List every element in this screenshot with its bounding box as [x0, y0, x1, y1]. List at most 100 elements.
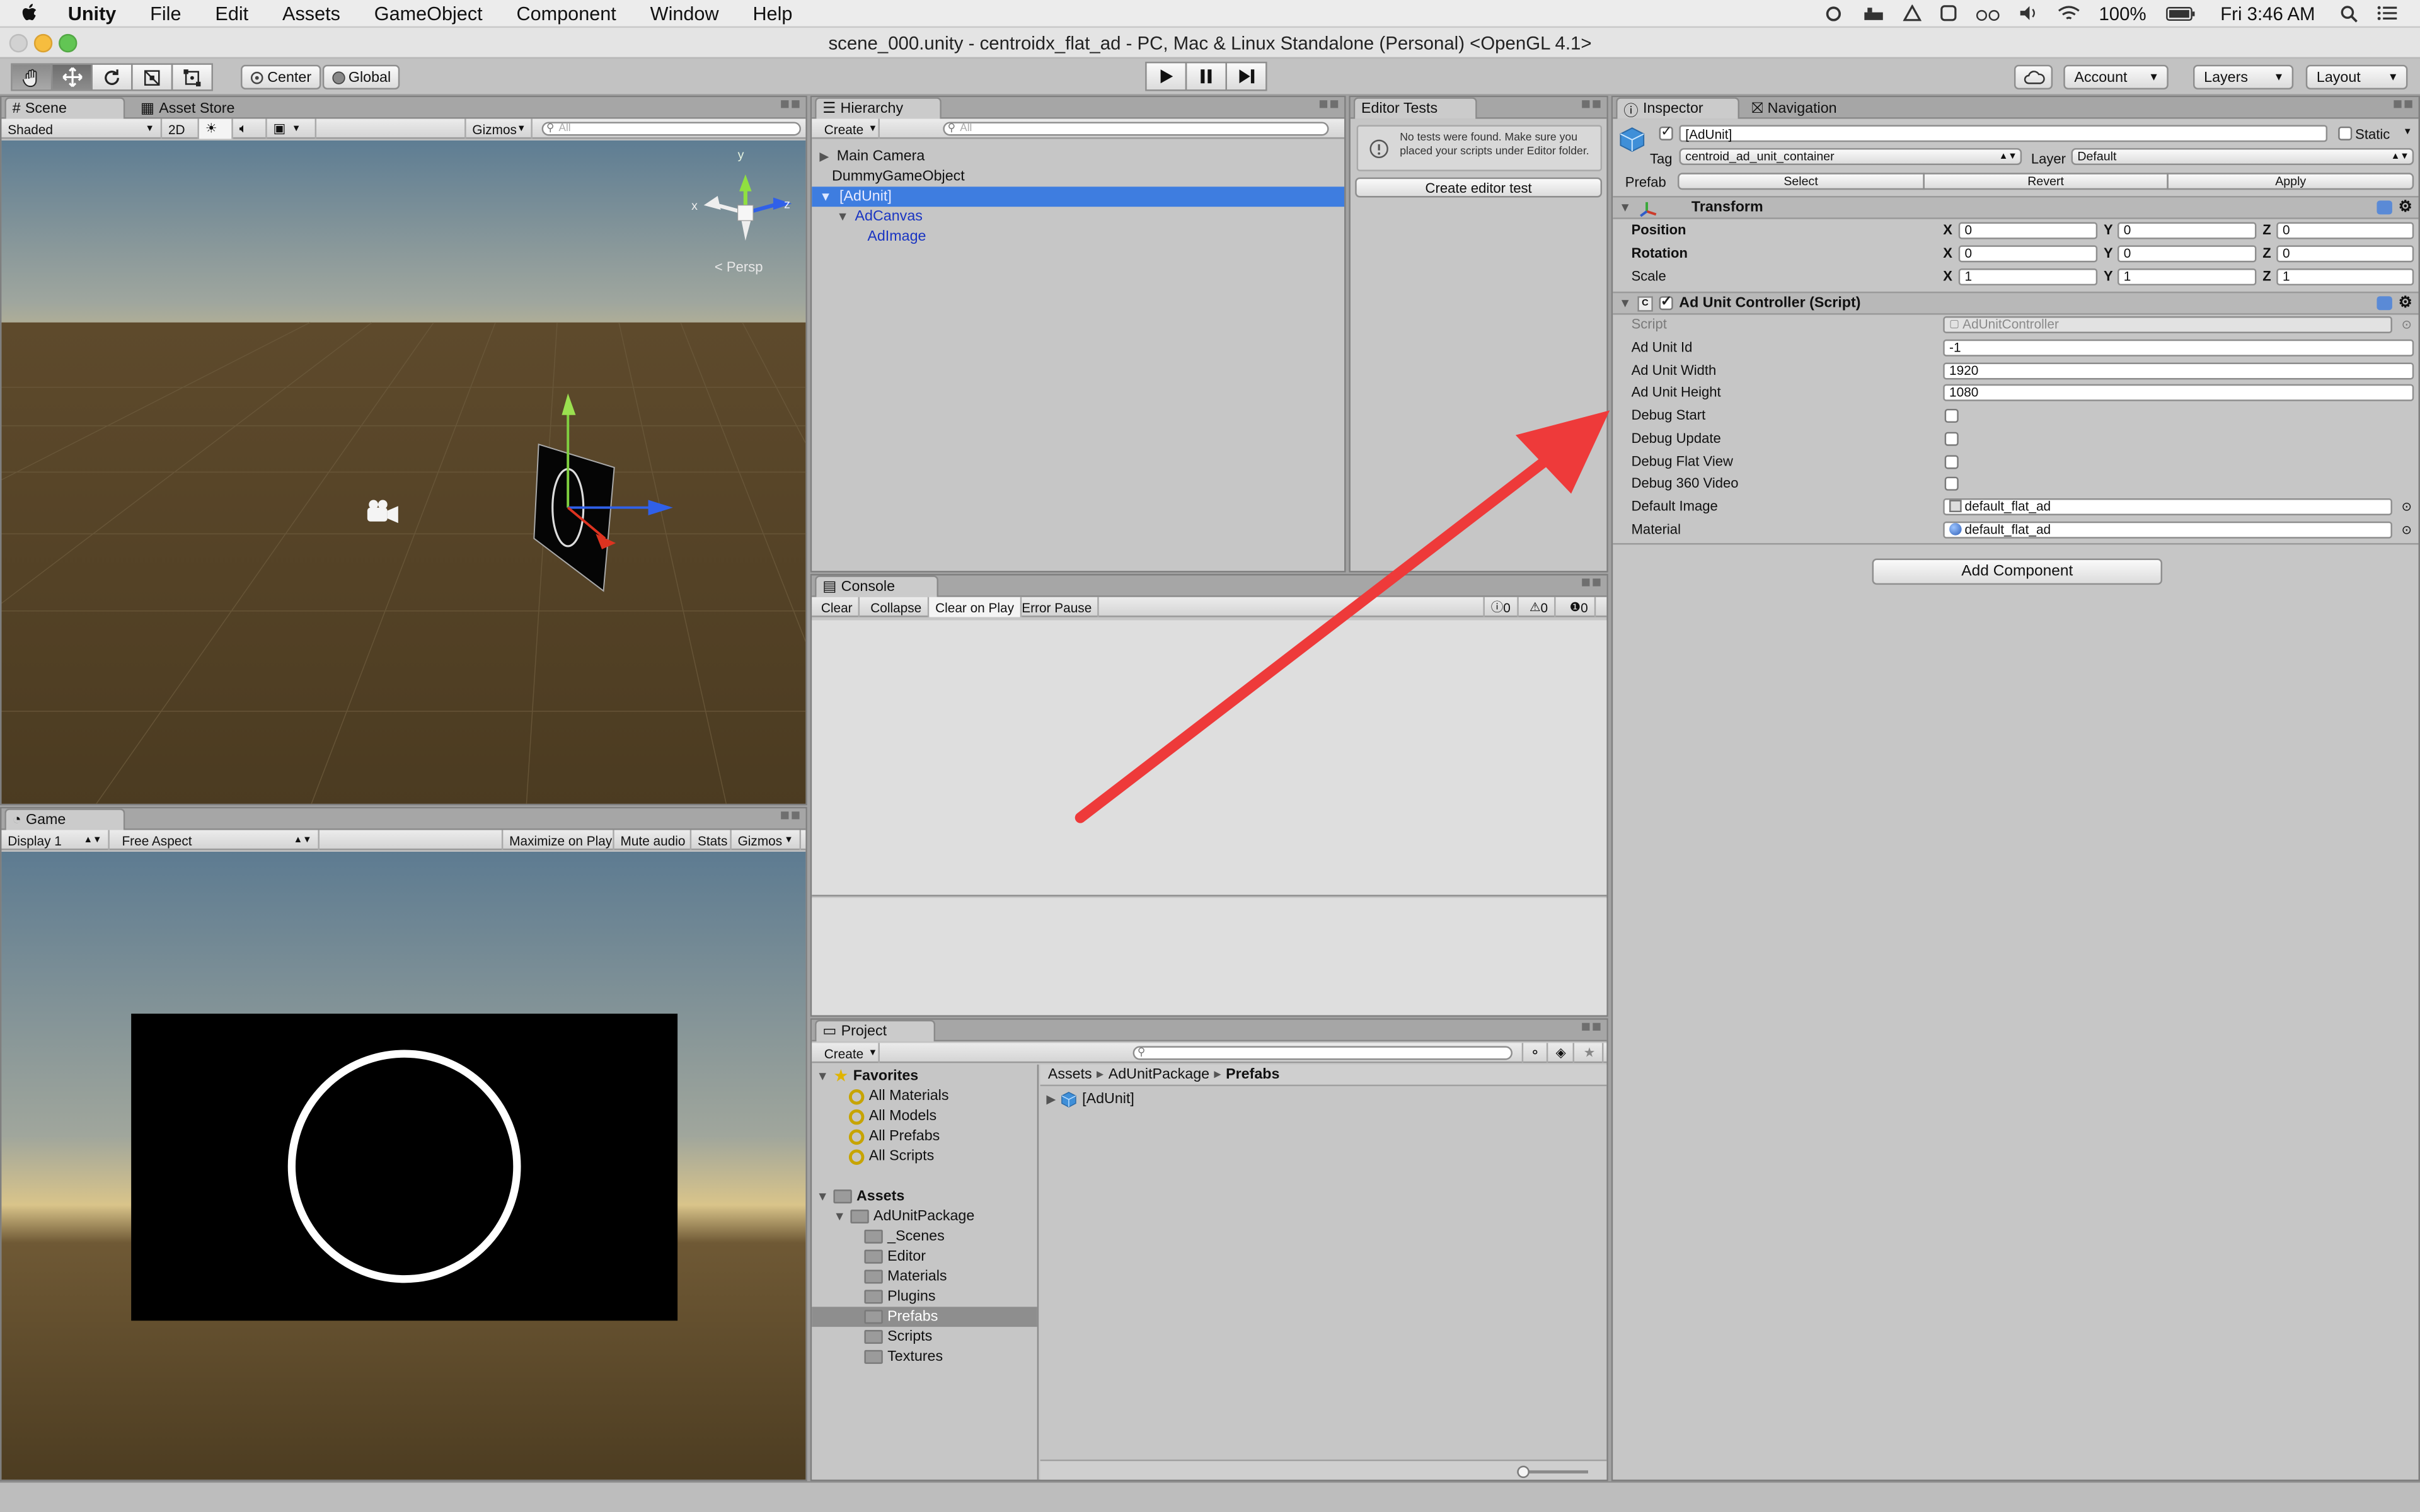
folder-textures[interactable]: Textures	[864, 1347, 943, 1367]
menu-window[interactable]: Window	[633, 3, 736, 24]
prefab-apply-button[interactable]: Apply	[2167, 172, 2414, 190]
asset-adunit-prefab[interactable]: ▶ [AdUnit]	[1046, 1089, 1134, 1109]
menu-component[interactable]: Component	[500, 3, 633, 24]
help-book-icon[interactable]	[2377, 296, 2392, 311]
favorite-all-prefabs[interactable]: All Prefabs	[848, 1126, 940, 1147]
panel-lock-menu-icon[interactable]	[1319, 100, 1339, 108]
collab-cloud-button[interactable]	[2014, 64, 2053, 90]
static-checkbox[interactable]	[2338, 126, 2353, 140]
transform-header[interactable]: ▼ Transform ⚙	[1613, 196, 2419, 219]
move-tool-button[interactable]	[50, 63, 93, 91]
account-dropdown[interactable]: Account ▼	[2063, 64, 2169, 90]
spotlight-search-icon[interactable]	[2331, 4, 2368, 22]
hierarchy-item-adunit[interactable]: ▼ [AdUnit]	[812, 186, 1345, 207]
creative-cloud-icon[interactable]	[1813, 6, 1853, 21]
console-error-filter[interactable]: ❶0	[1564, 597, 1596, 617]
ad-unit-height-field[interactable]: 1080	[1943, 383, 2414, 401]
expand-arrow-icon[interactable]: ▼	[836, 210, 848, 224]
layers-dropdown[interactable]: Layers ▼	[2193, 64, 2294, 90]
collapse-arrow-icon[interactable]: ▼	[1619, 296, 1631, 310]
help-book-icon[interactable]	[2377, 200, 2392, 215]
tab-project[interactable]: ▭ Project	[815, 1019, 936, 1042]
object-picker-icon[interactable]: ⊙	[2402, 522, 2412, 536]
display-dropdown[interactable]: Display 1 ▲▼	[1, 830, 110, 850]
rect-tool-button[interactable]	[171, 63, 213, 91]
step-button[interactable]	[1225, 61, 1267, 91]
panel-menu-icon[interactable]	[781, 100, 800, 108]
collapse-arrow-icon[interactable]: ▼	[1619, 200, 1631, 214]
scene-gizmos-dropdown[interactable]: Gizmos ▼	[464, 118, 533, 139]
scene-viewport[interactable]: y z x < Persp	[1, 140, 806, 804]
gameobject-name-field[interactable]: [AdUnit]	[1679, 125, 2328, 142]
debug-update-checkbox[interactable]	[1944, 431, 1959, 445]
favorite-all-models[interactable]: All Models	[848, 1106, 936, 1126]
ad-unit-width-field[interactable]: 1920	[1943, 362, 2414, 379]
battery-icon[interactable]	[2155, 6, 2204, 21]
panel-menu-icon[interactable]	[781, 811, 800, 820]
favorite-all-materials[interactable]: All Materials	[848, 1086, 949, 1106]
apple-icon[interactable]	[0, 3, 51, 23]
maximize-on-play-toggle[interactable]: Maximize on Play	[501, 830, 614, 850]
rotation-z-field[interactable]: 0	[2276, 244, 2414, 262]
pivot-center-toggle[interactable]: Center	[241, 64, 321, 90]
favorites-header[interactable]: ▼ ★ Favorites	[817, 1066, 919, 1086]
tab-hierarchy[interactable]: ☰ Hierarchy	[815, 97, 942, 119]
breadcrumb-assets[interactable]: Assets	[1048, 1066, 1092, 1083]
gear-icon[interactable]: ⚙	[2399, 295, 2412, 312]
folder-scripts[interactable]: Scripts	[864, 1327, 932, 1347]
scale-tool-button[interactable]	[131, 63, 173, 91]
space-global-toggle[interactable]: Global	[322, 64, 400, 90]
console-detail-area[interactable]	[812, 898, 1607, 1016]
script-component-header[interactable]: ▼ C Ad Unit Controller (Script) ⚙	[1613, 291, 2419, 315]
favorite-all-scripts[interactable]: All Scripts	[848, 1147, 934, 1167]
scene-search-input[interactable]: ⚲ All	[541, 122, 802, 136]
folder-adunitpackage[interactable]: ▼ AdUnitPackage	[833, 1206, 974, 1227]
tab-scene[interactable]: # Scene	[4, 97, 125, 119]
hierarchy-item-dummy[interactable]: DummyGameObject	[812, 166, 1344, 186]
hierarchy-item-adcanvas[interactable]: ▼ AdCanvas	[812, 207, 1344, 227]
hierarchy-search-input[interactable]: ⚲ All	[943, 122, 1329, 136]
panel-menu-icon[interactable]	[1582, 578, 1601, 587]
expand-arrow-icon[interactable]: ▶	[1046, 1092, 1056, 1106]
layer-dropdown[interactable]: Default ▲▼	[2071, 148, 2414, 166]
console-log-list[interactable]	[812, 620, 1607, 896]
script-enabled-checkbox[interactable]	[1659, 293, 1673, 311]
prefab-select-button[interactable]: Select	[1678, 172, 1925, 190]
expand-arrow-icon[interactable]: ▶	[819, 150, 829, 164]
debug-flat-view-checkbox[interactable]	[1944, 454, 1959, 469]
panel-lock-menu-icon[interactable]	[2394, 100, 2412, 108]
docker-icon[interactable]	[1853, 6, 1894, 21]
menu-assets[interactable]: Assets	[265, 3, 357, 24]
rotation-x-field[interactable]: 0	[1958, 244, 2098, 262]
console-clear-on-play-toggle[interactable]: Clear on Play	[929, 597, 1022, 617]
stats-toggle[interactable]: Stats	[691, 830, 732, 850]
effects-dropdown[interactable]: ▣ ▼	[267, 118, 317, 139]
folder-scenes[interactable]: _Scenes	[864, 1227, 945, 1247]
console-error-pause-toggle[interactable]: Error Pause	[1015, 597, 1100, 617]
menu-gameobject[interactable]: GameObject	[357, 3, 500, 24]
object-picker-icon[interactable]: ⊙	[2402, 499, 2412, 513]
position-x-field[interactable]: 0	[1958, 221, 2098, 239]
material-field[interactable]: default_flat_ad	[1943, 520, 2392, 538]
prefab-revert-button[interactable]: Revert	[1922, 172, 2169, 190]
game-gizmos-dropdown[interactable]: Gizmos ▼	[732, 830, 802, 850]
toggle-2d-button[interactable]: 2D	[162, 118, 199, 139]
tab-inspector[interactable]: ⓘ Inspector	[1616, 97, 1740, 120]
project-create-dropdown[interactable]: Create ▼	[818, 1043, 880, 1063]
tab-game[interactable]: ◔ Game	[4, 808, 125, 830]
favorites-star-button[interactable]: ★	[1577, 1043, 1603, 1063]
rotation-y-field[interactable]: 0	[2118, 244, 2257, 262]
folder-prefabs[interactable]: Prefabs	[864, 1307, 938, 1327]
rotate-tool-button[interactable]	[91, 63, 133, 91]
debug-360-video-checkbox[interactable]	[1944, 476, 1959, 490]
panel-menu-icon[interactable]	[1582, 100, 1601, 108]
breadcrumb-prefabs[interactable]: Prefabs	[1226, 1066, 1279, 1083]
default-image-field[interactable]: default_flat_ad	[1943, 497, 2392, 515]
menu-app-unity[interactable]: Unity	[51, 3, 133, 24]
audio-toggle[interactable]: 🔈︎	[233, 118, 267, 139]
ad-unit-id-field[interactable]: -1	[1943, 338, 2414, 356]
pause-button[interactable]	[1185, 61, 1227, 91]
console-collapse-toggle[interactable]: Collapse	[864, 597, 930, 617]
scale-y-field[interactable]: 1	[2118, 267, 2257, 285]
wifi-icon[interactable]	[2048, 4, 2090, 21]
